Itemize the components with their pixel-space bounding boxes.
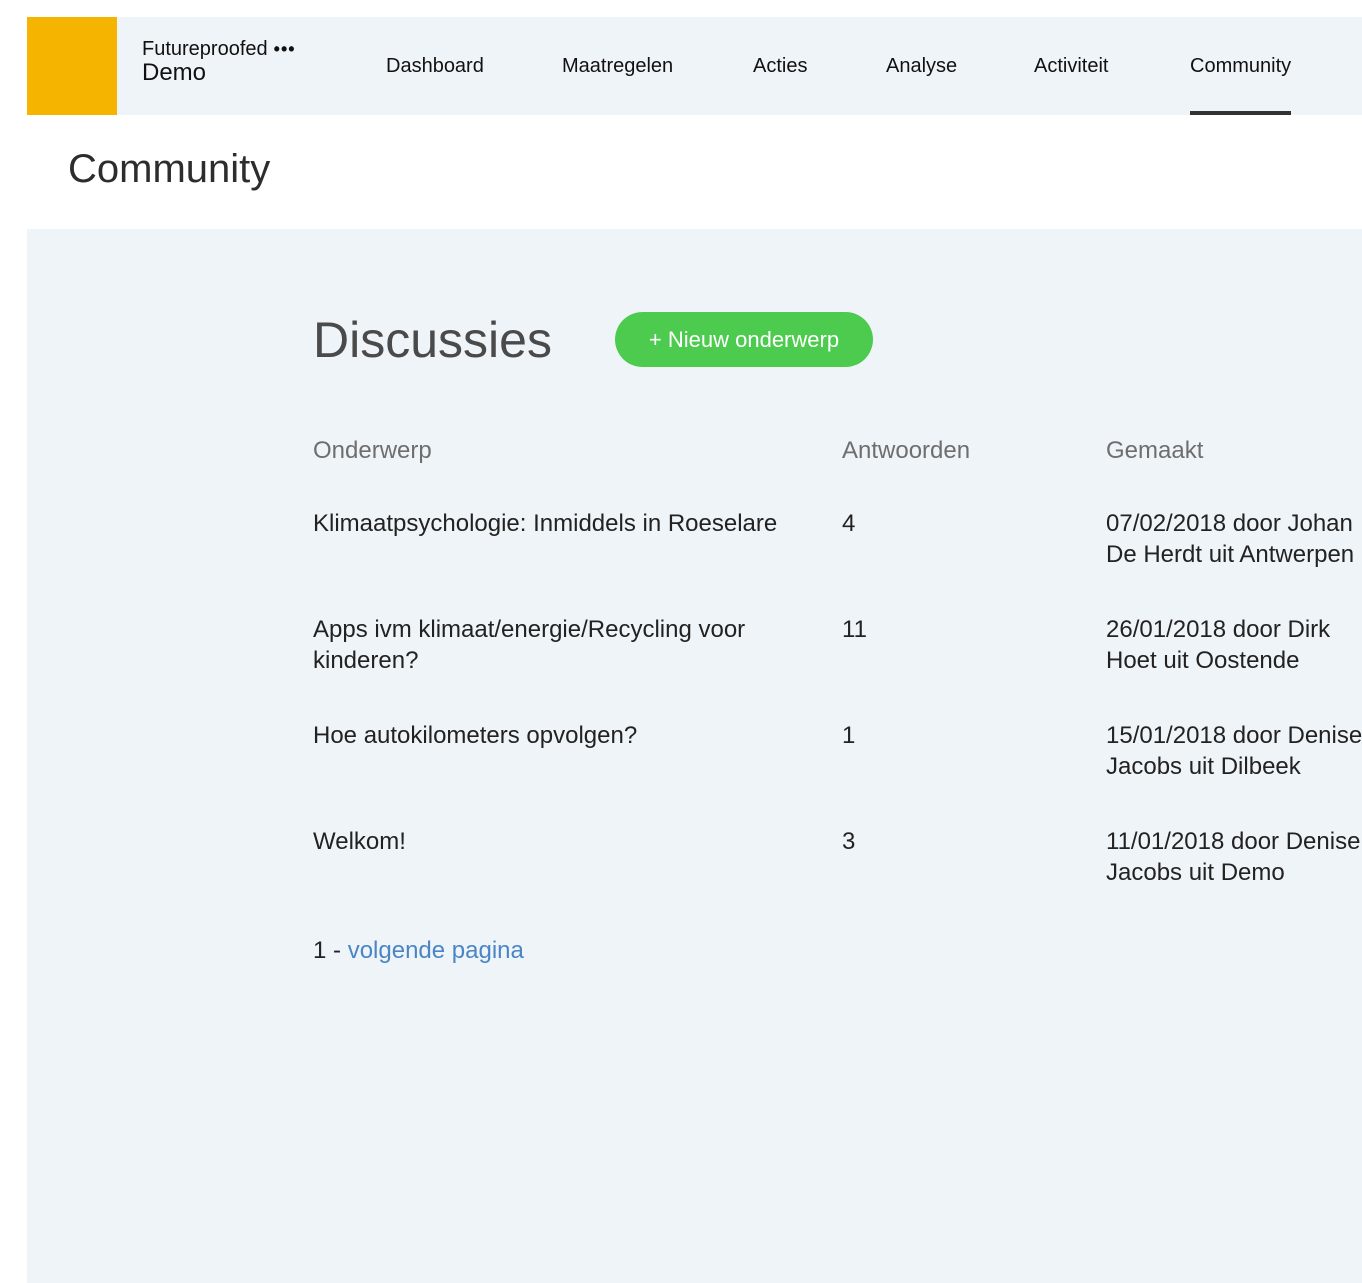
topic-link[interactable]: Hoe autokilometers opvolgen?	[313, 720, 833, 751]
current-page-number: 1	[313, 937, 327, 964]
created-info: 15/01/2018 door Denise Jacobs uit Dilbee…	[1106, 722, 1362, 780]
nav-item-dashboard[interactable]: Dashboard	[386, 17, 484, 115]
nav-item-maatregelen[interactable]: Maatregelen	[562, 17, 673, 115]
created-info: 11/01/2018 door Denise Jacobs uit Demo	[1106, 828, 1361, 886]
main-nav: Dashboard Maatregelen Acties Analyse Act…	[27, 17, 1362, 115]
table-row: Hoe autokilometers opvolgen? 1 15/01/201…	[313, 720, 1362, 826]
app-root: Futureproofed ••• Demo Dashboard Maatreg…	[27, 17, 1362, 1283]
table-row: Apps ivm klimaat/energie/Recycling voor …	[313, 614, 1362, 720]
table-row: Welkom! 3 11/01/2018 door Denise Jacobs …	[313, 826, 1362, 932]
column-header-created: Gemaakt	[1106, 437, 1204, 464]
nav-item-community[interactable]: Community	[1190, 17, 1292, 115]
topic-link[interactable]: Apps ivm klimaat/energie/Recycling voor …	[313, 614, 833, 676]
page-header: Community	[27, 115, 1362, 229]
page-title: Community	[68, 147, 271, 191]
column-header-replies: Antwoorden	[842, 437, 971, 464]
pagination: 1 - volgende pagina	[313, 935, 524, 966]
nav-item-activiteit[interactable]: Activiteit	[1034, 17, 1108, 115]
column-header-subject: Onderwerp	[313, 437, 432, 464]
topic-link[interactable]: Klimaatpsychologie: Inmiddels in Roesela…	[313, 508, 833, 539]
nav-item-acties[interactable]: Acties	[753, 17, 807, 115]
next-page-link[interactable]: volgende pagina	[348, 937, 524, 964]
discussions-title: Discussies	[313, 312, 552, 368]
reply-count: 3	[842, 828, 856, 855]
main-content: Discussies + Nieuw onderwerp Onderwerp A…	[27, 229, 1362, 1283]
pagination-separator: -	[326, 937, 348, 964]
topic-link[interactable]: Welkom!	[313, 826, 833, 857]
created-info: 26/01/2018 door Dirk Hoet uit Oostende	[1106, 616, 1331, 674]
table-row: Klimaatpsychologie: Inmiddels in Roesela…	[313, 508, 1362, 614]
reply-count: 1	[842, 722, 856, 749]
new-topic-button[interactable]: + Nieuw onderwerp	[615, 312, 873, 367]
reply-count: 4	[842, 510, 856, 537]
top-navigation-bar: Futureproofed ••• Demo Dashboard Maatreg…	[27, 17, 1362, 115]
reply-count: 11	[842, 616, 867, 643]
created-info: 07/02/2018 door Johan De Herdt uit Antwe…	[1106, 510, 1355, 568]
nav-item-analyse[interactable]: Analyse	[886, 17, 957, 115]
